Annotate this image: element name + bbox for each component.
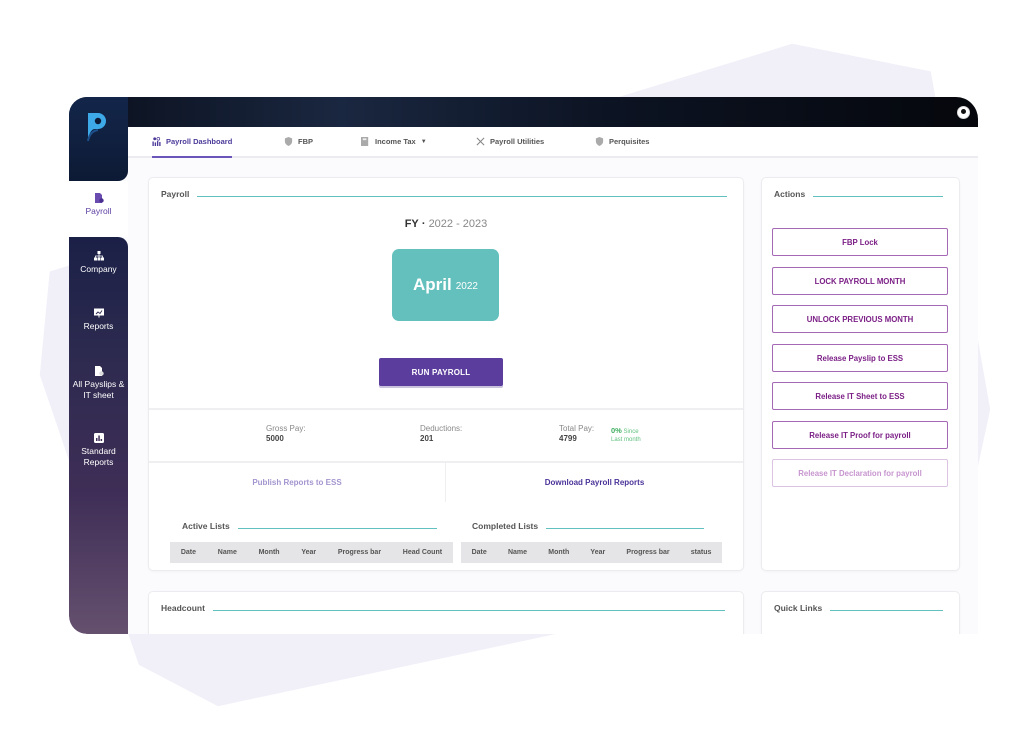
actions-card: Actions FBP Lock LOCK PAYROLL MONTH UNLO… [761, 177, 960, 571]
title-rule [546, 527, 705, 530]
headcount-card: Headcount [148, 591, 744, 634]
sidebar: Payroll Company Reports All Payslips & I… [69, 181, 128, 634]
tab-fbp[interactable]: FBP [284, 127, 313, 156]
logo-p-icon [87, 113, 106, 142]
deductions-stat: Deductions: 201 [420, 424, 463, 443]
chevron-down-icon: ▼ [420, 138, 427, 145]
tab-income-tax[interactable]: Income Tax ▼ [361, 127, 427, 156]
publish-reports-link[interactable]: Publish Reports to ESS [149, 462, 445, 502]
tools-icon [476, 137, 485, 146]
unlock-previous-month-button[interactable]: UNLOCK PREVIOUS MONTH [772, 305, 948, 333]
user-circle-icon[interactable] [957, 106, 970, 119]
sidebar-item-reports[interactable]: Reports [69, 308, 128, 332]
tab-payroll-dashboard[interactable]: Payroll Dashboard [152, 127, 233, 158]
payslip-doc-icon [94, 366, 104, 376]
release-it-sheet-button[interactable]: Release IT Sheet to ESS [772, 382, 948, 410]
sidebar-item-all-payslips[interactable]: All Payslips & IT sheet [69, 366, 128, 400]
title-rule [813, 195, 944, 198]
growth-indicator: 0% Since Last month [611, 426, 641, 444]
download-reports-link[interactable]: Download Payroll Reports [446, 462, 743, 502]
title-rule [237, 527, 437, 530]
actions-card-title: Actions [774, 189, 944, 199]
completed-lists-title: Completed Lists [472, 521, 705, 531]
tab-payroll-utilities[interactable]: Payroll Utilities [476, 127, 544, 156]
current-month-tile: April 2022 [392, 249, 499, 321]
active-lists-title: Active Lists [182, 521, 437, 531]
payroll-doc-icon [94, 193, 104, 203]
tab-bar: Payroll Dashboard FBP Income Tax ▼ Payro… [128, 127, 978, 158]
quick-links-card: Quick Links [761, 591, 960, 634]
app-window: Payroll Company Reports All Payslips & I… [69, 97, 978, 634]
org-chart-icon [93, 251, 104, 261]
shield-icon [284, 137, 293, 146]
active-lists-header: Date Name Month Year Progress bar Head C… [170, 542, 453, 563]
sidebar-item-payroll[interactable]: Payroll [69, 193, 128, 217]
dashboard-people-icon [152, 137, 161, 146]
title-rule [197, 195, 728, 198]
fiscal-year: FY · 2022 - 2023 [404, 218, 488, 230]
sidebar-item-standard-reports[interactable]: Standard Reports [69, 433, 128, 467]
calculator-icon [361, 137, 369, 146]
release-it-proof-button[interactable]: Release IT Proof for payroll [772, 421, 948, 449]
logo[interactable] [69, 97, 128, 181]
payroll-card: Payroll FY · 2022 - 2023 April 2022 RUN … [148, 177, 744, 571]
gross-pay-stat: Gross Pay: 5000 [266, 424, 306, 443]
fbp-lock-button[interactable]: FBP Lock [772, 228, 948, 256]
total-pay-stat: Total Pay: 4799 [559, 424, 595, 443]
completed-lists-header: Date Name Month Year Progress bar status [461, 542, 722, 563]
sidebar-item-company[interactable]: Company [69, 251, 128, 275]
payroll-card-title: Payroll [161, 189, 728, 199]
quick-links-card-title: Quick Links [774, 603, 944, 613]
title-rule [212, 609, 725, 612]
release-it-declaration-button[interactable]: Release IT Declaration for payroll [772, 459, 948, 487]
lock-payroll-month-button[interactable]: LOCK PAYROLL MONTH [772, 267, 948, 295]
title-rule [830, 609, 944, 612]
release-payslip-button[interactable]: Release Payslip to ESS [772, 344, 948, 372]
top-bar [69, 97, 978, 127]
run-payroll-button[interactable]: RUN PAYROLL [379, 358, 503, 386]
shield-icon [595, 137, 604, 146]
tab-perquisites[interactable]: Perquisites [595, 127, 649, 156]
bar-chart-icon [93, 433, 104, 443]
headcount-card-title: Headcount [161, 603, 725, 613]
divider [149, 408, 743, 410]
presentation-chart-icon [93, 308, 104, 318]
